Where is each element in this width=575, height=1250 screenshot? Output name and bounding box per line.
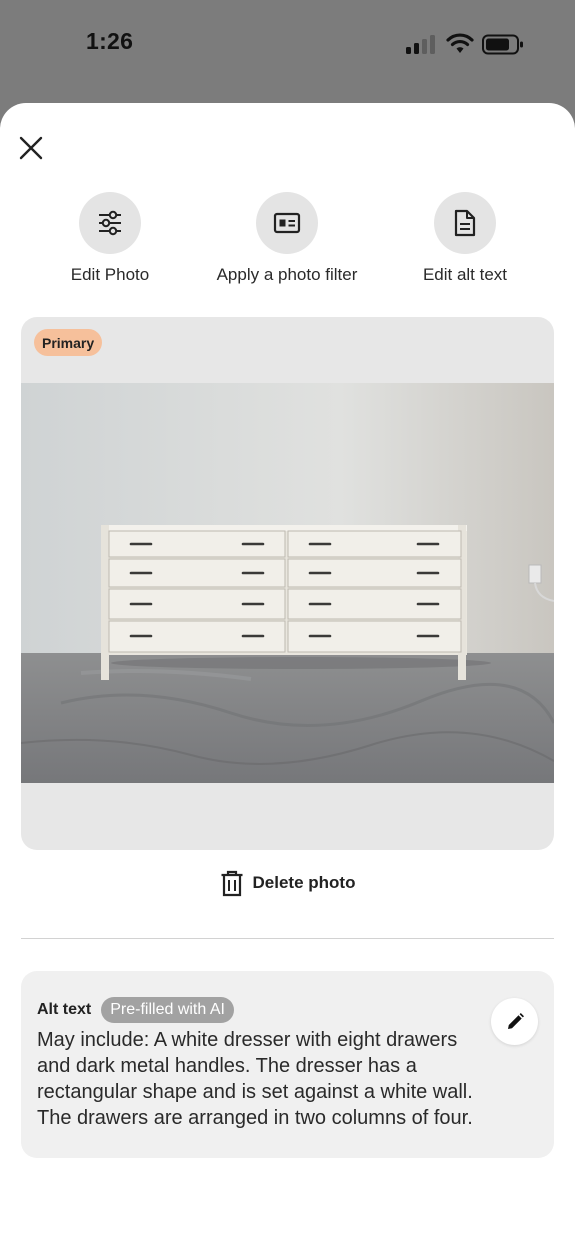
document-icon — [454, 209, 476, 237]
photo-filter-icon-circle — [256, 192, 318, 254]
edit-alt-text-button[interactable]: Edit alt text — [375, 192, 555, 285]
status-time: 1:26 — [86, 28, 134, 54]
cellular-signal-icon — [406, 34, 438, 54]
edit-photo-label: Edit Photo — [70, 265, 150, 284]
apply-photo-filter-label: Apply a photo filter — [216, 265, 358, 284]
close-icon — [19, 136, 43, 160]
ai-prefilled-badge: Pre-filled with AI — [101, 997, 234, 1023]
alt-text-header: Alt text Pre-filled with AI — [37, 997, 234, 1023]
photo-filter-icon — [273, 212, 301, 234]
edit-alt-text-pencil-button[interactable] — [491, 998, 538, 1045]
alt-text-card[interactable]: Alt text Pre-filled with AI May include:… — [21, 971, 554, 1158]
wifi-icon — [446, 33, 474, 53]
pencil-icon — [507, 1012, 524, 1029]
battery-icon — [482, 34, 523, 55]
close-button[interactable] — [14, 131, 48, 165]
photo-card[interactable]: Primary — [21, 317, 554, 850]
photo-options-sheet: Edit Photo Apply a photo filter Edit alt… — [0, 103, 575, 1250]
edit-alt-text-label: Edit alt text — [422, 265, 508, 284]
divider — [21, 938, 554, 939]
primary-badge: Primary — [34, 329, 103, 356]
edit-photo-button[interactable]: Edit Photo — [20, 192, 200, 285]
alt-text-body: May include: A white dresser with eight … — [37, 1029, 473, 1129]
sliders-icon — [99, 210, 121, 236]
delete-photo-button[interactable]: Delete photo — [0, 865, 575, 901]
edit-alt-text-icon-circle — [434, 192, 496, 254]
status-bar: 1:26 — [0, 0, 575, 95]
alt-text-title: Alt text — [37, 1001, 92, 1018]
apply-photo-filter-button[interactable]: Apply a photo filter — [197, 192, 377, 285]
delete-photo-label: Delete photo — [252, 873, 356, 892]
trash-icon — [221, 870, 243, 896]
dresser-photo — [21, 383, 554, 783]
edit-photo-icon-circle — [79, 192, 141, 254]
